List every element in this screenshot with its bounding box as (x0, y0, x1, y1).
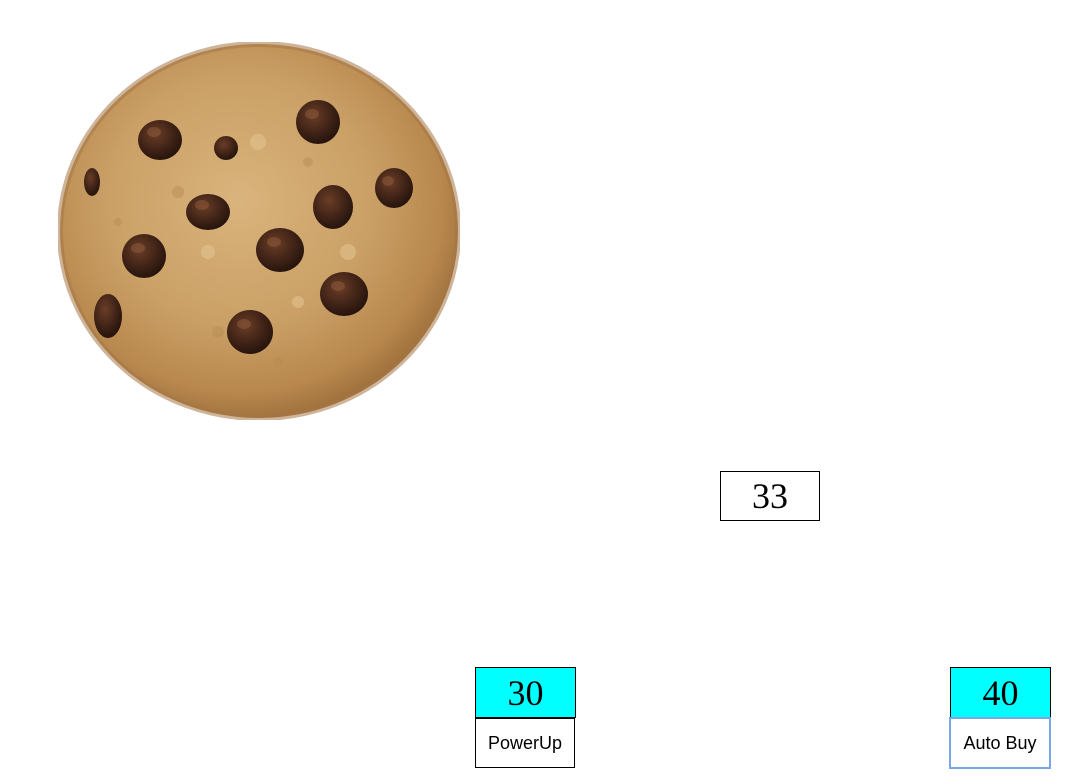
cookie-button[interactable] (58, 42, 460, 420)
cookie-icon (58, 42, 460, 420)
cookie-count-display: 33 (720, 471, 820, 521)
powerup-button[interactable]: PowerUp (475, 718, 575, 768)
powerup-cost-label: 30 (475, 667, 576, 718)
autobuy-cost-label: 40 (950, 667, 1051, 718)
autobuy-button[interactable]: Auto Buy (949, 717, 1051, 769)
